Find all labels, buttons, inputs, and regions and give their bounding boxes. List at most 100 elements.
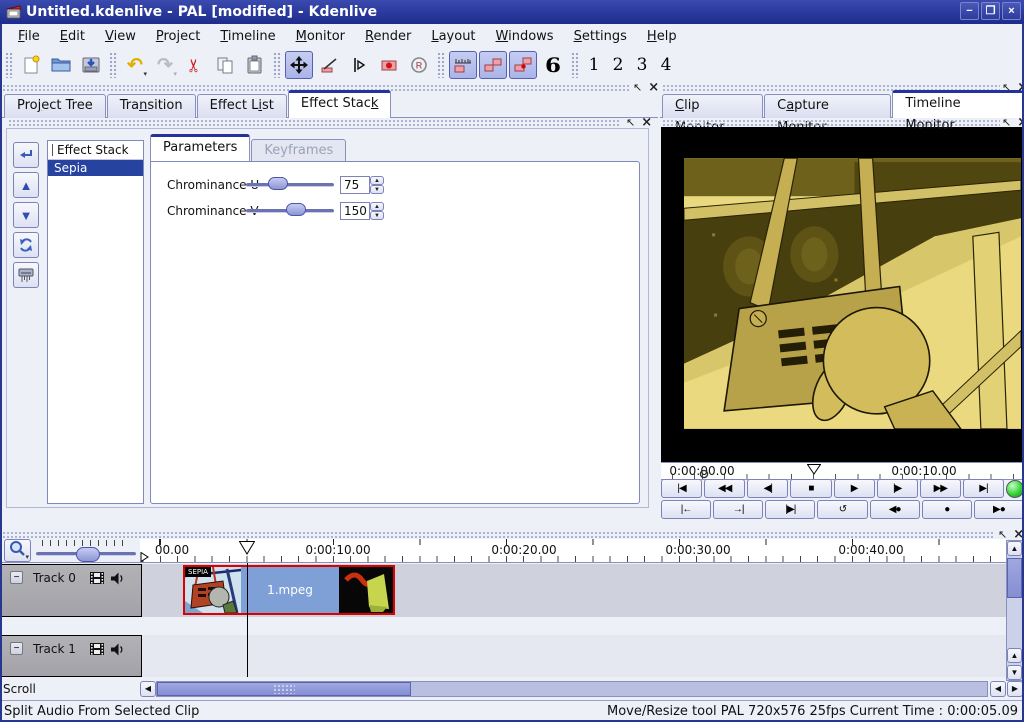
- track-0-lane[interactable]: [0, 564, 1006, 617]
- tab-capture-monitor[interactable]: Capture Monitor: [764, 94, 891, 118]
- new-file-button[interactable]: [17, 51, 45, 79]
- scroll-down-icon[interactable]: ▼: [1007, 665, 1022, 680]
- monitor-playhead-icon[interactable]: [807, 464, 821, 475]
- play-button[interactable]: ▶: [834, 479, 875, 498]
- timeline-ruler[interactable]: 00.00 0:00:10.00 0:00:20.00 0:00:30.00 0…: [140, 539, 1006, 563]
- redo-button[interactable]: ↷▾: [151, 51, 179, 79]
- go-to-end-button[interactable]: ▶|: [963, 479, 1004, 498]
- slider-handle[interactable]: [286, 203, 306, 216]
- scroll-left-icon[interactable]: ◀: [990, 681, 1006, 697]
- tab-timeline-monitor[interactable]: Timeline Monitor: [892, 90, 1023, 118]
- close-panel-icon[interactable]: ×: [1013, 530, 1024, 540]
- audio-track-icon[interactable]: [110, 572, 125, 585]
- menu-file[interactable]: File: [10, 27, 48, 46]
- play-zone-button[interactable]: |▶|: [765, 500, 815, 519]
- tab-effect-list[interactable]: Effect List: [197, 94, 287, 118]
- scroll-up-icon[interactable]: ▲: [1007, 648, 1022, 663]
- hscroll-thumb[interactable]: [157, 682, 411, 696]
- menu-monitor[interactable]: Monitor: [288, 27, 353, 46]
- undo-button[interactable]: ↶▾: [121, 51, 149, 79]
- title-bar[interactable]: Untitled.kdenlive - PAL [modified] - Kde…: [0, 0, 1024, 24]
- razor-tool-button[interactable]: [315, 51, 343, 79]
- undock-icon[interactable]: ↖: [626, 116, 635, 129]
- menu-render[interactable]: Render: [357, 27, 419, 46]
- spin-up-icon[interactable]: ▲: [370, 176, 384, 185]
- tab-clip-monitor[interactable]: Clip Monitor: [662, 94, 763, 118]
- layout-2-button[interactable]: 2: [606, 51, 630, 79]
- close-panel-icon[interactable]: ×: [641, 118, 652, 128]
- tab-transition[interactable]: Transition: [107, 94, 196, 118]
- timeline-zoom-button[interactable]: ▾: [4, 539, 31, 562]
- video-track-icon[interactable]: [90, 572, 104, 584]
- cut-button[interactable]: ✂: [181, 51, 209, 79]
- save-button[interactable]: [77, 51, 105, 79]
- undock-icon[interactable]: ↖: [633, 81, 642, 94]
- track-1-header[interactable]: − Track 1: [1, 635, 142, 677]
- scroll-up-icon[interactable]: ▲: [1007, 541, 1022, 556]
- record-button[interactable]: R: [405, 51, 433, 79]
- timeline-zoom-slider[interactable]: [36, 543, 136, 559]
- close-panel-icon[interactable]: ×: [1017, 118, 1024, 128]
- close-panel-icon[interactable]: ×: [1017, 83, 1024, 93]
- layout-1-button[interactable]: 1: [582, 51, 606, 79]
- menu-project[interactable]: Project: [148, 27, 209, 46]
- move-effect-up-button[interactable]: ▲: [13, 172, 39, 198]
- track-1-lane[interactable]: [0, 635, 1006, 677]
- spin-value[interactable]: 150: [340, 202, 370, 220]
- toolbar-grip[interactable]: [5, 52, 13, 78]
- spacer-tool-button[interactable]: [345, 51, 373, 79]
- layout-4-button[interactable]: 4: [654, 51, 678, 79]
- loop-zone-button[interactable]: ↺: [817, 500, 867, 519]
- move-tool-button[interactable]: [285, 51, 313, 79]
- close-button[interactable]: ×: [1002, 2, 1021, 20]
- menu-windows[interactable]: Windows: [488, 27, 562, 46]
- tab-parameters[interactable]: Parameters: [150, 134, 250, 161]
- prev-marker-button[interactable]: ◀●: [870, 500, 920, 519]
- video-track-icon[interactable]: [90, 643, 104, 655]
- menu-view[interactable]: View: [97, 27, 144, 46]
- snap-clips-button[interactable]: [479, 51, 507, 79]
- marker-tool-button[interactable]: [375, 51, 403, 79]
- paste-button[interactable]: [241, 51, 269, 79]
- timeline-drag-handle[interactable]: [2, 531, 994, 538]
- collapse-track-icon[interactable]: −: [10, 642, 23, 655]
- monitor-ruler[interactable]: 0:00:00.00 0:00:10.00: [661, 462, 1024, 480]
- clip-body[interactable]: 1.mpeg: [241, 567, 339, 613]
- layout-3-button[interactable]: 3: [630, 51, 654, 79]
- snap-ruler-button[interactable]: [449, 51, 477, 79]
- tab-effect-stack[interactable]: Effect Stack: [288, 90, 392, 118]
- snap-markers-button[interactable]: [509, 51, 537, 79]
- timeline-playhead-icon[interactable]: [239, 541, 255, 555]
- close-panel-icon[interactable]: ×: [648, 83, 659, 93]
- zone-start-button[interactable]: |←: [661, 500, 711, 519]
- tab-project-tree[interactable]: Project Tree: [4, 94, 106, 118]
- add-marker-button[interactable]: ●: [922, 500, 972, 519]
- undock-icon[interactable]: ↖: [1002, 116, 1011, 129]
- copy-button[interactable]: [211, 51, 239, 79]
- slider-handle[interactable]: [76, 547, 100, 562]
- undock-icon[interactable]: ↖: [1002, 81, 1011, 94]
- spin-down-icon[interactable]: ▼: [370, 211, 384, 220]
- menu-settings[interactable]: Settings: [566, 27, 635, 46]
- spin-up-icon[interactable]: ▲: [370, 202, 384, 211]
- spin-value[interactable]: 75: [340, 176, 370, 194]
- timeline-clip[interactable]: SEPIA 1.mpeg: [183, 565, 395, 615]
- zone-end-button[interactable]: →|: [713, 500, 763, 519]
- tab-keyframes[interactable]: Keyframes: [251, 139, 346, 161]
- timeline-hscrollbar[interactable]: [156, 681, 988, 697]
- delete-effect-button[interactable]: [13, 262, 39, 288]
- spin-down-icon[interactable]: ▼: [370, 185, 384, 194]
- multitrack-view-button[interactable]: 6: [539, 51, 567, 79]
- scroll-left-icon[interactable]: ◀: [140, 681, 156, 697]
- undock-icon[interactable]: ↖: [998, 528, 1007, 541]
- vscroll-thumb[interactable]: [1007, 558, 1022, 598]
- menu-help[interactable]: Help: [639, 27, 685, 46]
- apply-effect-button[interactable]: [13, 142, 39, 168]
- fast-forward-button[interactable]: ▶▶: [920, 479, 961, 498]
- effect-stack-drag-handle[interactable]: [8, 119, 620, 126]
- scroll-right-icon[interactable]: ▶: [1007, 681, 1023, 697]
- next-marker-button[interactable]: ▶●: [974, 500, 1024, 519]
- menu-layout[interactable]: Layout: [423, 27, 483, 46]
- rewind-button[interactable]: ◀◀: [704, 479, 745, 498]
- frame-forward-button[interactable]: |▶: [877, 479, 918, 498]
